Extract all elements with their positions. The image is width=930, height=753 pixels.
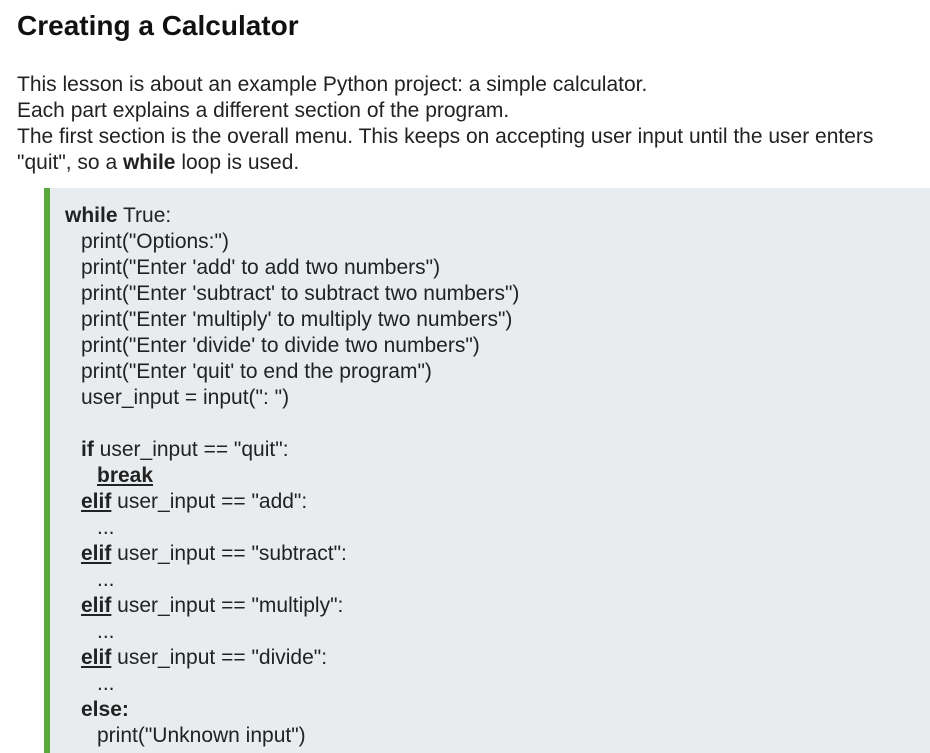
- lesson-page: Creating a Calculator This lesson is abo…: [0, 0, 930, 753]
- code-text: print("Enter 'divide' to divide two numb…: [81, 334, 480, 357]
- code-line: ...: [65, 567, 930, 593]
- code-line: print("Enter 'divide' to divide two numb…: [65, 333, 930, 359]
- code-block: while True: print("Options:") print("Ent…: [44, 188, 930, 753]
- code-text: print("Options:"): [81, 230, 229, 253]
- code-line: elif user_input == "divide":: [65, 645, 930, 671]
- code-keyword: elif: [81, 646, 112, 669]
- intro-text: "quit", so a: [17, 151, 123, 174]
- code-line: print("Enter 'add' to add two numbers"): [65, 255, 930, 281]
- code-text: ...: [97, 568, 115, 591]
- code-text: ...: [97, 672, 115, 695]
- code-keyword: elif: [81, 542, 112, 565]
- code-text: user_input == "quit":: [93, 438, 289, 461]
- code-line: elif user_input == "add":: [65, 489, 930, 515]
- code-line: if user_input == "quit":: [65, 437, 930, 463]
- intro-line: The first section is the overall menu. T…: [17, 124, 922, 176]
- code-keyword: else:: [81, 698, 129, 721]
- code-text: ...: [97, 516, 115, 539]
- code-text: print("Enter 'add' to add two numbers"): [81, 256, 441, 279]
- code-text: True:: [117, 204, 172, 227]
- code-keyword: if: [81, 438, 94, 461]
- intro-text: loop is used.: [175, 151, 300, 174]
- code-text: print("Enter 'subtract' to subtract two …: [81, 282, 520, 305]
- page-title: Creating a Calculator: [17, 10, 299, 41]
- intro-text: The first section is the overall menu. T…: [17, 125, 874, 148]
- code-line: else:: [65, 697, 930, 723]
- code-line: elif user_input == "multiply":: [65, 593, 930, 619]
- code-line: print("Enter 'quit' to end the program"): [65, 359, 930, 385]
- intro-line: This lesson is about an example Python p…: [17, 73, 648, 96]
- code-line: ...: [65, 515, 930, 541]
- code-keyword: break: [97, 464, 154, 487]
- code-line: elif user_input == "subtract":: [65, 541, 930, 567]
- code-line: print("Options:"): [65, 229, 930, 255]
- code-line: break: [65, 463, 930, 489]
- code-line: ...: [65, 671, 930, 697]
- code-text: user_input == "add":: [111, 490, 308, 513]
- code-line: ...: [65, 619, 930, 645]
- inline-keyword: while: [122, 151, 176, 174]
- code-keyword: elif: [81, 490, 112, 513]
- code-keyword: elif: [81, 594, 112, 617]
- code-text: print("Unknown input"): [97, 724, 306, 747]
- code-text: print("Enter 'multiply' to multiply two …: [81, 308, 513, 331]
- code-line: print("Enter 'subtract' to subtract two …: [65, 281, 930, 307]
- code-text: user_input == "subtract":: [111, 542, 347, 565]
- code-line: while True:: [65, 203, 930, 229]
- code-text: ...: [97, 620, 115, 643]
- intro-paragraph: This lesson is about an example Python p…: [17, 72, 922, 176]
- intro-line: Each part explains a different section o…: [17, 99, 510, 122]
- code-text: print("Enter 'quit' to end the program"): [81, 360, 432, 383]
- code-line: print("Unknown input"): [65, 723, 930, 749]
- code-line: user_input = input(": "): [65, 385, 930, 411]
- code-text: user_input == "divide":: [111, 646, 328, 669]
- code-keyword: while: [65, 204, 118, 227]
- code-text: user_input == "multiply":: [111, 594, 344, 617]
- code-text: user_input = input(": "): [81, 386, 290, 409]
- code-line: print("Enter 'multiply' to multiply two …: [65, 307, 930, 333]
